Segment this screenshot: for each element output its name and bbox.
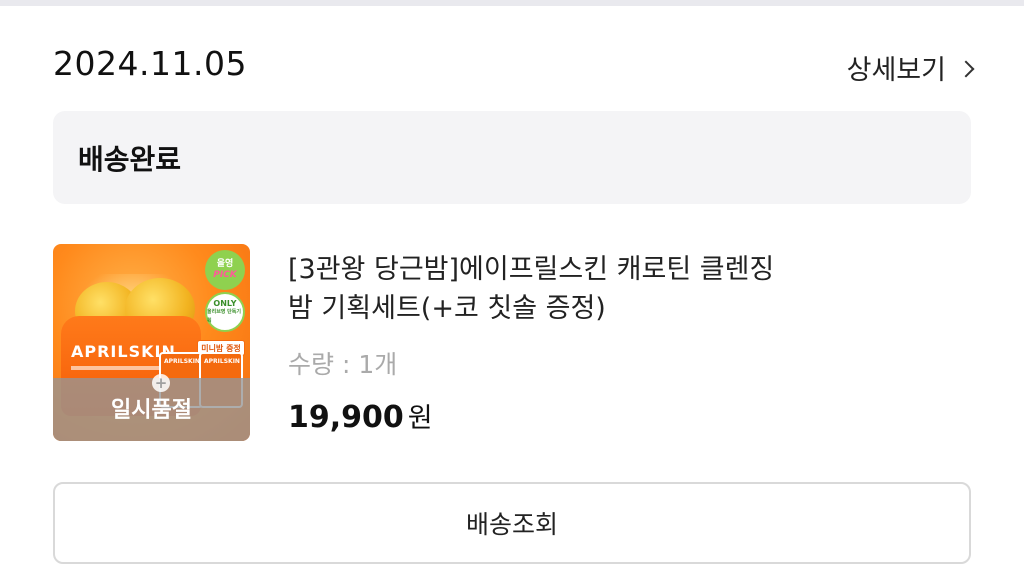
pick-badge-top: 올영 bbox=[216, 259, 234, 269]
only-badge: ONLY 올리브영 단독기획 bbox=[205, 292, 245, 332]
product-name-line2: 밤 기획세트(+코 칫솔 증정) bbox=[288, 293, 606, 324]
jar-subtext-line bbox=[71, 366, 171, 370]
delivery-status-box: 배송완료 bbox=[53, 111, 971, 204]
product-name[interactable]: [3관왕 당근밤]에이프릴스킨 캐로틴 클렌징 밤 기획세트(+코 칫솔 증정) bbox=[288, 250, 888, 328]
only-badge-bottom: 올리브영 단독기획 bbox=[207, 308, 241, 324]
order-date: 2024.11.05 bbox=[53, 44, 247, 83]
soldout-label: 일시품절 bbox=[111, 398, 192, 423]
product-thumbnail[interactable]: APRILSKIN 올영 PICK ONLY 올리브영 단독기획 미니밤 증정 … bbox=[53, 244, 250, 441]
delivery-status-label: 배송완료 bbox=[78, 142, 182, 176]
mini-box-left-brand: APRILSKIN bbox=[164, 358, 200, 365]
price-value: 19,900 bbox=[288, 400, 404, 435]
mini-box-right-brand: APRILSKIN bbox=[204, 358, 240, 365]
detail-link[interactable]: 상세보기 bbox=[846, 48, 975, 87]
product-price: 19,900 원 bbox=[288, 396, 433, 435]
chevron-right-icon bbox=[957, 60, 975, 77]
olive-pick-badge: 올영 PICK bbox=[205, 250, 245, 290]
product-name-line1: [3관왕 당근밤]에이프릴스킨 캐로틴 클렌징 bbox=[288, 254, 775, 285]
price-unit: 원 bbox=[407, 403, 433, 434]
track-delivery-button[interactable]: 배송조회 bbox=[53, 482, 971, 564]
plus-icon: + bbox=[152, 374, 170, 392]
only-badge-top: ONLY bbox=[213, 298, 237, 308]
top-divider bbox=[0, 0, 1024, 6]
pick-badge-bottom: PICK bbox=[213, 270, 237, 280]
detail-link-label: 상세보기 bbox=[846, 55, 946, 86]
product-quantity: 수량 : 1개 bbox=[288, 350, 398, 379]
